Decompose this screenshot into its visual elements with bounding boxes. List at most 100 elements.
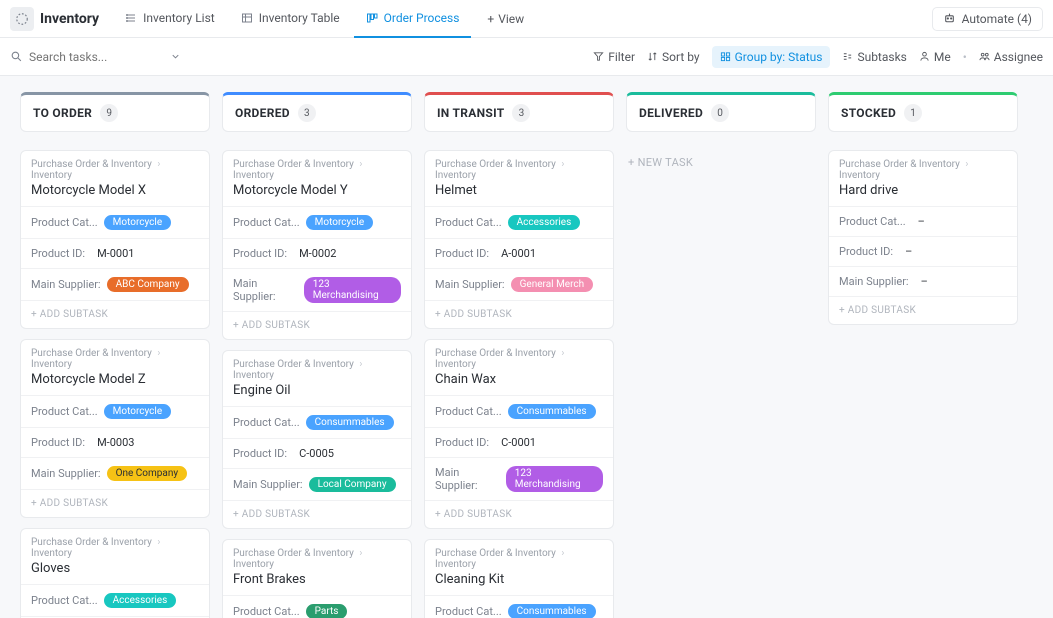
me-button[interactable]: Me — [919, 50, 951, 64]
field-label: Product Cat... — [435, 216, 502, 229]
category-pill[interactable]: Consummables — [306, 415, 394, 430]
toolbar-right: Filter Sort by Group by: Status Subtasks… — [593, 46, 1043, 68]
card-title: Helmet — [425, 183, 613, 206]
add-subtask-button[interactable]: + ADD SUBTASK — [223, 500, 411, 528]
column-header[interactable]: STOCKED1 — [828, 92, 1018, 132]
column-header[interactable]: DELIVERED0 — [626, 92, 816, 132]
tab-label: Inventory Table — [259, 11, 340, 25]
field-label: Product ID: — [839, 245, 893, 258]
column-count: 3 — [512, 104, 530, 122]
breadcrumb: Purchase Order & Inventory › Inventory — [425, 340, 613, 372]
field-label: Main Supplier: — [31, 467, 101, 480]
field-category: Product Cat...Motorcycle — [223, 206, 411, 238]
card-title: Motorcycle Model X — [21, 183, 209, 206]
field-product-id: Product ID: M-0002 — [223, 238, 411, 268]
field-supplier: Main Supplier:General Merch — [425, 268, 613, 300]
add-subtask-button[interactable]: + ADD SUBTASK — [829, 296, 1017, 324]
task-card[interactable]: Purchase Order & Inventory › InventoryCh… — [424, 339, 614, 529]
breadcrumb: Purchase Order & Inventory › Inventory — [223, 540, 411, 572]
filter-button[interactable]: Filter — [593, 50, 635, 64]
column-count: 3 — [298, 104, 316, 122]
column-body: Purchase Order & Inventory › InventoryHa… — [828, 150, 1018, 325]
card-title: Chain Wax — [425, 372, 613, 395]
column-header[interactable]: IN TRANSIT3 — [424, 92, 614, 132]
category-pill[interactable]: Motorcycle — [104, 215, 171, 230]
product-id-value: M-0002 — [299, 247, 336, 260]
category-pill[interactable]: Motorcycle — [104, 404, 171, 419]
field-category: Product Cat...Consummables — [425, 595, 613, 618]
field-label: Product ID: — [31, 247, 85, 260]
column-title: DELIVERED — [639, 106, 703, 120]
add-subtask-button[interactable]: + ADD SUBTASK — [425, 300, 613, 328]
field-label: Product ID: — [233, 247, 287, 260]
add-subtask-button[interactable]: + ADD SUBTASK — [21, 300, 209, 328]
category-pill[interactable]: Consummables — [508, 604, 596, 618]
empty-value: – — [918, 215, 925, 228]
field-supplier: Main Supplier: One Company — [21, 457, 209, 489]
card-title: Motorcycle Model Z — [21, 372, 209, 395]
column-title: TO ORDER — [33, 106, 92, 120]
task-card[interactable]: Purchase Order & Inventory › InventoryEn… — [222, 350, 412, 529]
product-id-value: M-0001 — [97, 247, 134, 260]
assignee-button[interactable]: Assignee — [979, 50, 1043, 64]
sort-button[interactable]: Sort by — [647, 50, 700, 64]
new-task-button[interactable]: + NEW TASK — [626, 150, 816, 175]
add-subtask-button[interactable]: + ADD SUBTASK — [425, 500, 613, 528]
me-label: Me — [934, 50, 951, 64]
field-label: Main Supplier: — [839, 275, 909, 288]
field-product-id: Product ID:A-0001 — [425, 238, 613, 268]
column-header[interactable]: ORDERED 3 — [222, 92, 412, 132]
supplier-pill[interactable]: ABC Company — [107, 277, 189, 292]
group-button[interactable]: Group by: Status — [712, 46, 831, 68]
task-card[interactable]: Purchase Order & Inventory › InventoryCl… — [424, 539, 614, 618]
field-label: Product ID: — [435, 247, 489, 260]
people-icon — [979, 51, 990, 62]
category-pill[interactable]: Parts — [306, 604, 348, 618]
field-product-id: Product ID:C-0005 — [223, 438, 411, 468]
category-pill[interactable]: Accessories — [508, 215, 581, 230]
add-view-button[interactable]: + View — [477, 12, 534, 26]
group-icon — [720, 51, 731, 62]
subtasks-button[interactable]: Subtasks — [842, 50, 906, 64]
task-card[interactable]: Purchase Order & Inventory › InventoryGl… — [20, 528, 210, 618]
field-category: Product Cat...Accessories — [21, 584, 209, 616]
add-subtask-button[interactable]: + ADD SUBTASK — [223, 311, 411, 339]
column-ordered: ORDERED 3 Purchase Order & Inventory › Inv… — [222, 92, 412, 618]
card-title: Gloves — [21, 561, 209, 584]
assignee-label: Assignee — [994, 50, 1043, 64]
tab-order-process[interactable]: Order Process — [354, 0, 472, 38]
task-card[interactable]: Purchase Order & Inventory › InventoryFr… — [222, 539, 412, 618]
category-pill[interactable]: Consummables — [508, 404, 596, 419]
supplier-pill[interactable]: One Company — [107, 466, 187, 481]
column-body: Purchase Order & Inventory › InventoryMo… — [20, 150, 210, 618]
category-pill[interactable]: Motorcycle — [306, 215, 373, 230]
tab-inventory-table[interactable]: Inventory Table — [229, 0, 352, 38]
supplier-pill[interactable]: 123 Merchandising — [304, 277, 401, 303]
search-input[interactable] — [29, 50, 139, 64]
column-header[interactable]: TO ORDER9 — [20, 92, 210, 132]
field-category: Product Cat...Motorcycle — [21, 395, 209, 427]
category-pill[interactable]: Accessories — [104, 593, 177, 608]
automate-button[interactable]: Automate (4) — [932, 7, 1043, 31]
tab-inventory-list[interactable]: Inventory List — [113, 0, 227, 38]
task-card[interactable]: Purchase Order & Inventory › InventoryMo… — [222, 150, 412, 340]
card-title: Hard drive — [829, 183, 1017, 206]
search-dropdown-icon[interactable] — [170, 51, 181, 62]
task-card[interactable]: Purchase Order & Inventory › InventoryMo… — [20, 150, 210, 329]
supplier-pill[interactable]: Local Company — [309, 477, 396, 492]
field-label: Product Cat... — [839, 215, 906, 228]
empty-value: – — [905, 245, 912, 258]
field-label: Product Cat... — [233, 605, 300, 618]
search-icon — [10, 50, 23, 63]
supplier-pill[interactable]: General Merch — [511, 277, 594, 292]
field-category: Product Cat...Consummables — [223, 406, 411, 438]
column-title: ORDERED — [235, 106, 290, 120]
field-label: Product Cat... — [31, 216, 98, 229]
add-subtask-button[interactable]: + ADD SUBTASK — [21, 489, 209, 517]
column-body: + NEW TASK — [626, 150, 816, 175]
task-card[interactable]: Purchase Order & Inventory › InventoryHa… — [828, 150, 1018, 325]
supplier-pill[interactable]: 123 Merchandising — [506, 466, 603, 492]
task-card[interactable]: Purchase Order & Inventory › InventoryHe… — [424, 150, 614, 329]
task-card[interactable]: Purchase Order & Inventory › InventoryMo… — [20, 339, 210, 518]
field-product-id: Product ID:M-0003 — [21, 427, 209, 457]
